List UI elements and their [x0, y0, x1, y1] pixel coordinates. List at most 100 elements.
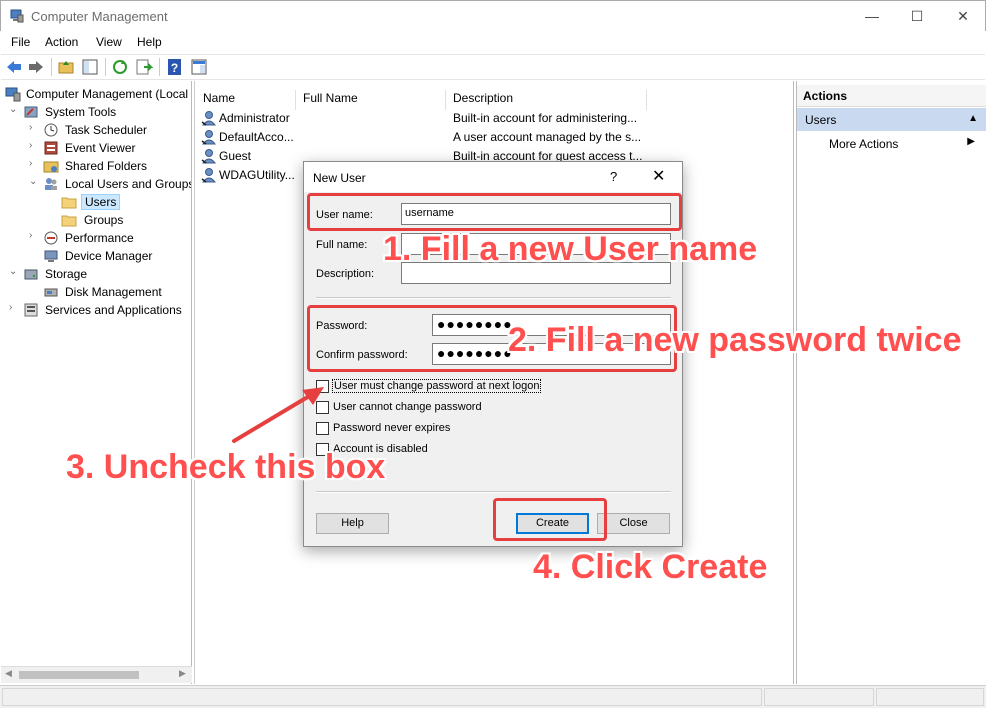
shared-folder-icon	[43, 161, 59, 173]
tree-label: Performance	[65, 231, 134, 245]
more-actions-link[interactable]: More Actions	[829, 137, 898, 151]
status-cell	[764, 688, 874, 706]
minimize-button[interactable]: —	[849, 1, 895, 32]
scroll-left-arrow-icon[interactable]: ◀	[5, 668, 12, 679]
toolbar-separator	[159, 58, 160, 76]
status-cell	[2, 688, 762, 706]
refresh-icon[interactable]	[111, 58, 129, 76]
column-header-full-name[interactable]: Full Name	[303, 91, 358, 105]
user-icon	[201, 149, 217, 164]
dialog-close-icon[interactable]: ✕	[652, 166, 665, 186]
actions-header: Actions	[797, 85, 986, 107]
chevron-down-icon[interactable]: ⌄	[9, 104, 19, 115]
scroll-right-arrow-icon[interactable]: ▶	[179, 668, 186, 679]
column-header-name[interactable]: Name	[203, 91, 235, 105]
storage-icon	[24, 269, 38, 280]
user-name-cell: DefaultAcco...	[219, 130, 294, 144]
table-row[interactable]: Administrator Built-in account for admin…	[195, 109, 655, 128]
chevron-down-icon[interactable]: ⌄	[29, 176, 39, 187]
tree-label: Users	[81, 194, 121, 210]
collapse-triangle-icon[interactable]: ▲	[968, 113, 978, 124]
menu-view[interactable]: View	[96, 35, 122, 49]
list-header: Name Full Name Description	[195, 86, 795, 110]
scrollbar-thumb[interactable]	[19, 671, 139, 679]
disk-icon	[44, 288, 58, 297]
table-row[interactable]: DefaultAcco... A user account managed by…	[195, 128, 655, 147]
chevron-right-icon[interactable]: ›	[29, 122, 39, 133]
folder-icon	[61, 215, 77, 227]
close-button[interactable]: Close	[597, 513, 670, 534]
chevron-right-icon[interactable]: ›	[29, 158, 39, 169]
system-tools-icon	[24, 106, 38, 118]
dialog-divider	[316, 297, 671, 299]
actions-section-label: Users	[805, 113, 837, 127]
forward-arrow-icon[interactable]	[27, 58, 45, 76]
checkbox-box[interactable]	[316, 422, 329, 435]
actions-section-users[interactable]: Users ▲	[797, 108, 986, 131]
tree-label: Event Viewer	[65, 141, 136, 155]
menu-help[interactable]: Help	[137, 35, 162, 49]
chevron-right-icon[interactable]: ›	[9, 302, 19, 313]
chevron-down-icon[interactable]: ⌄	[9, 266, 19, 277]
performance-icon	[44, 231, 58, 245]
user-icon	[201, 130, 217, 145]
tree-horizontal-scrollbar[interactable]: ◀ ▶	[1, 666, 192, 683]
tree-label: Groups	[84, 213, 124, 227]
title-bar: Computer Management — ☐ ✕	[0, 0, 986, 31]
user-description-cell: Built-in account for administering...	[453, 111, 638, 125]
services-icon	[24, 303, 38, 317]
tree-label: Device Manager	[65, 249, 153, 263]
up-folder-icon[interactable]	[57, 58, 75, 76]
annotation-box-username	[307, 193, 682, 231]
user-name-cell: WDAGUtility...	[219, 168, 295, 182]
dialog-help-icon[interactable]: ?	[610, 169, 617, 184]
maximize-button[interactable]: ☐	[894, 1, 940, 32]
menu-file[interactable]: File	[11, 35, 30, 49]
checkbox-label[interactable]: User must change password at next logon	[331, 379, 542, 393]
dialog-title-bar: New User ? ✕	[304, 162, 682, 192]
back-arrow-icon[interactable]	[5, 58, 23, 76]
annotation-step-1: 1. Fill a new User name	[383, 230, 758, 268]
submenu-arrow-icon[interactable]: ▶	[967, 136, 975, 147]
column-divider[interactable]	[646, 90, 647, 110]
user-icon	[201, 111, 217, 126]
chevron-right-icon[interactable]: ›	[29, 140, 39, 151]
fullname-label: Full name:	[316, 239, 368, 251]
checkbox-box[interactable]	[316, 380, 329, 393]
dialog-divider	[316, 491, 671, 493]
checkbox-label[interactable]: User cannot change password	[333, 401, 482, 413]
tree-label: Computer Management (Local	[26, 87, 189, 101]
toolbar-separator	[51, 58, 52, 76]
clock-icon	[44, 123, 58, 137]
annotation-step-4: 4. Click Create	[533, 548, 768, 586]
checkbox-box[interactable]	[316, 401, 329, 414]
checkbox-label[interactable]: Password never expires	[333, 422, 450, 434]
help-icon[interactable]: ?	[166, 58, 184, 76]
computer-management-icon	[10, 9, 24, 23]
export-list-icon[interactable]	[135, 58, 153, 76]
actions-pane: Actions Users ▲ More Actions ▶	[796, 81, 986, 684]
column-divider[interactable]	[295, 90, 296, 110]
column-header-description[interactable]: Description	[453, 91, 513, 105]
user-icon	[201, 168, 217, 183]
tree-label: Services and Applications	[45, 303, 182, 317]
navigation-tree: Computer Management (Local ⌄ System Tool…	[1, 81, 192, 684]
tree-label: Storage	[45, 267, 88, 281]
menu-action[interactable]: Action	[45, 35, 78, 49]
user-name-cell: Guest	[219, 149, 252, 163]
tree-label: Local Users and Groups	[65, 177, 192, 191]
device-manager-icon	[44, 250, 58, 262]
annotation-step-3: 3. Uncheck this box	[66, 448, 386, 486]
description-label: Description:	[316, 268, 375, 280]
close-window-button[interactable]: ✕	[940, 1, 986, 32]
show-hide-tree-icon[interactable]	[81, 58, 99, 76]
annotation-step-2: 2. Fill a new password twice	[508, 321, 962, 359]
chevron-right-icon[interactable]: ›	[29, 230, 39, 241]
toolbar-separator	[105, 58, 106, 76]
user-name-cell: Administrator	[219, 111, 290, 125]
column-divider[interactable]	[445, 90, 446, 110]
folder-icon	[61, 197, 77, 209]
menu-bar: File Action View Help	[1, 31, 985, 53]
show-action-pane-icon[interactable]	[190, 58, 208, 76]
help-button[interactable]: Help	[316, 513, 389, 534]
